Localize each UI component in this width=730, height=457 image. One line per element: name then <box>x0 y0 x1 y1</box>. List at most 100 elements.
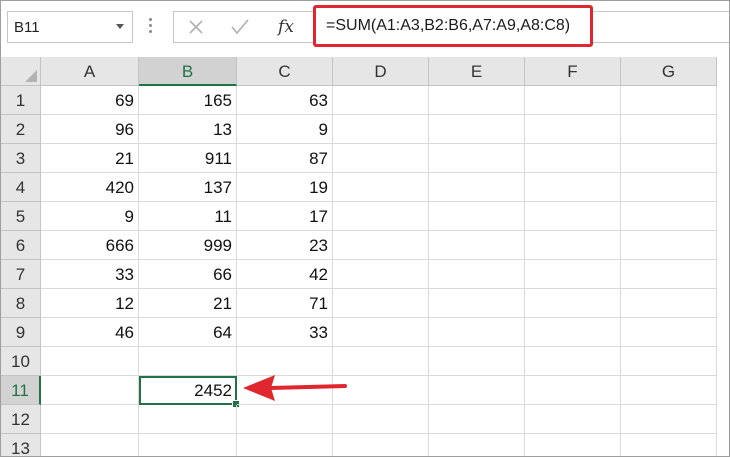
cell-f8[interactable] <box>525 289 621 318</box>
cell-c6[interactable]: 23 <box>237 231 333 260</box>
cell-f10[interactable] <box>525 347 621 376</box>
cell-b4[interactable]: 137 <box>139 173 237 202</box>
row-header-10[interactable]: 10 <box>1 347 41 376</box>
cell-d9[interactable] <box>333 318 429 347</box>
cell-b3[interactable]: 911 <box>139 144 237 173</box>
cell-a11[interactable] <box>41 376 139 405</box>
cell-a5[interactable]: 9 <box>41 202 139 231</box>
cell-g1[interactable] <box>621 86 717 115</box>
column-header-g[interactable]: G <box>621 57 717 86</box>
column-header-d[interactable]: D <box>333 57 429 86</box>
cell-c7[interactable]: 42 <box>237 260 333 289</box>
cell-a1[interactable]: 69 <box>41 86 139 115</box>
cell-a12[interactable] <box>41 405 139 434</box>
insert-function-button[interactable]: fx <box>266 12 306 42</box>
cell-c8[interactable]: 71 <box>237 289 333 318</box>
cell-d6[interactable] <box>333 231 429 260</box>
cell-d1[interactable] <box>333 86 429 115</box>
formula-input[interactable]: =SUM(A1:A3,B2:B6,A7:A9,A8:C8) <box>313 5 593 47</box>
cell-g2[interactable] <box>621 115 717 144</box>
row-header-1[interactable]: 1 <box>1 86 41 115</box>
cell-d13[interactable] <box>333 434 429 456</box>
cell-e5[interactable] <box>429 202 525 231</box>
column-header-c[interactable]: C <box>237 57 333 86</box>
row-header-12[interactable]: 12 <box>1 405 41 434</box>
cell-d7[interactable] <box>333 260 429 289</box>
cell-f6[interactable] <box>525 231 621 260</box>
cell-d3[interactable] <box>333 144 429 173</box>
cell-d10[interactable] <box>333 347 429 376</box>
cell-e4[interactable] <box>429 173 525 202</box>
cell-c2[interactable]: 9 <box>237 115 333 144</box>
cell-c10[interactable] <box>237 347 333 376</box>
cell-c4[interactable]: 19 <box>237 173 333 202</box>
cell-a3[interactable]: 21 <box>41 144 139 173</box>
cell-d8[interactable] <box>333 289 429 318</box>
cell-b8[interactable]: 21 <box>139 289 237 318</box>
cell-a13[interactable] <box>41 434 139 456</box>
cell-f7[interactable] <box>525 260 621 289</box>
cell-g4[interactable] <box>621 173 717 202</box>
cancel-button[interactable] <box>176 12 216 42</box>
cell-e13[interactable] <box>429 434 525 456</box>
cell-g5[interactable] <box>621 202 717 231</box>
cell-c12[interactable] <box>237 405 333 434</box>
cell-a8[interactable]: 12 <box>41 289 139 318</box>
cell-e6[interactable] <box>429 231 525 260</box>
row-header-5[interactable]: 5 <box>1 202 41 231</box>
cell-b6[interactable]: 999 <box>139 231 237 260</box>
cell-e3[interactable] <box>429 144 525 173</box>
cell-e7[interactable] <box>429 260 525 289</box>
cell-a7[interactable]: 33 <box>41 260 139 289</box>
row-header-2[interactable]: 2 <box>1 115 41 144</box>
cell-g10[interactable] <box>621 347 717 376</box>
cell-f1[interactable] <box>525 86 621 115</box>
cell-e9[interactable] <box>429 318 525 347</box>
cell-b10[interactable] <box>139 347 237 376</box>
cell-e10[interactable] <box>429 347 525 376</box>
cell-b13[interactable] <box>139 434 237 456</box>
cell-g11[interactable] <box>621 376 717 405</box>
cell-b12[interactable] <box>139 405 237 434</box>
column-header-a[interactable]: A <box>41 57 139 86</box>
row-header-8[interactable]: 8 <box>1 289 41 318</box>
column-header-e[interactable]: E <box>429 57 525 86</box>
cell-e2[interactable] <box>429 115 525 144</box>
cell-a4[interactable]: 420 <box>41 173 139 202</box>
cell-g8[interactable] <box>621 289 717 318</box>
row-header-6[interactable]: 6 <box>1 231 41 260</box>
cell-g6[interactable] <box>621 231 717 260</box>
cell-g3[interactable] <box>621 144 717 173</box>
splitter-handle[interactable] <box>149 18 152 36</box>
cell-e8[interactable] <box>429 289 525 318</box>
cell-b9[interactable]: 64 <box>139 318 237 347</box>
cell-d4[interactable] <box>333 173 429 202</box>
row-header-13[interactable]: 13 <box>1 434 41 456</box>
cell-c3[interactable]: 87 <box>237 144 333 173</box>
cell-b1[interactable]: 165 <box>139 86 237 115</box>
cell-c13[interactable] <box>237 434 333 456</box>
column-header-b[interactable]: B <box>139 57 237 86</box>
cell-b11[interactable]: 2452 <box>139 376 237 405</box>
chevron-down-icon[interactable] <box>116 24 124 29</box>
cell-c9[interactable]: 33 <box>237 318 333 347</box>
cell-c5[interactable]: 17 <box>237 202 333 231</box>
cell-g7[interactable] <box>621 260 717 289</box>
enter-button[interactable] <box>220 12 260 42</box>
cell-b7[interactable]: 66 <box>139 260 237 289</box>
cell-b5[interactable]: 11 <box>139 202 237 231</box>
cell-b2[interactable]: 13 <box>139 115 237 144</box>
cell-a10[interactable] <box>41 347 139 376</box>
cell-a6[interactable]: 666 <box>41 231 139 260</box>
cell-e11[interactable] <box>429 376 525 405</box>
row-header-3[interactable]: 3 <box>1 144 41 173</box>
cell-g13[interactable] <box>621 434 717 456</box>
row-header-4[interactable]: 4 <box>1 173 41 202</box>
cell-f5[interactable] <box>525 202 621 231</box>
cell-d12[interactable] <box>333 405 429 434</box>
cell-a9[interactable]: 46 <box>41 318 139 347</box>
cell-c1[interactable]: 63 <box>237 86 333 115</box>
row-header-11[interactable]: 11 <box>1 376 41 405</box>
cell-d2[interactable] <box>333 115 429 144</box>
cell-g9[interactable] <box>621 318 717 347</box>
